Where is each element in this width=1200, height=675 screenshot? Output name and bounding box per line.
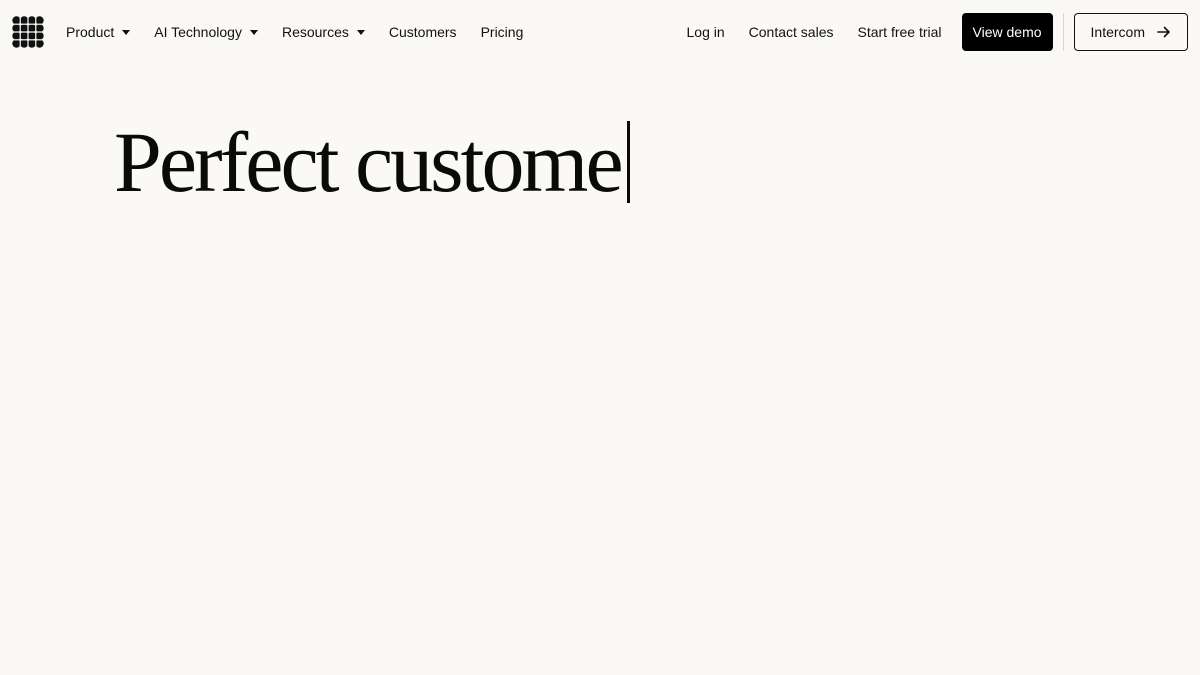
arrow-right-icon xyxy=(1157,26,1170,38)
intercom-button[interactable]: Intercom xyxy=(1073,13,1188,51)
intercom-button-label: Intercom xyxy=(1090,24,1145,40)
contact-sales-link[interactable]: Contact sales xyxy=(737,24,846,40)
nav-item-label: Customers xyxy=(388,24,457,40)
nav-item-label: Product xyxy=(66,24,115,40)
nav-item-ai-technology[interactable]: AI Technology xyxy=(142,16,270,48)
hero-typed-text: Perfect custome xyxy=(114,114,624,210)
view-demo-button[interactable]: View demo xyxy=(961,13,1053,51)
caret-down-icon xyxy=(249,29,258,35)
nav-item-label: Resources xyxy=(281,24,349,40)
nav-item-pricing[interactable]: Pricing xyxy=(469,16,536,48)
nav-item-label: Pricing xyxy=(480,24,524,40)
login-link[interactable]: Log in xyxy=(675,24,737,40)
caret-down-icon xyxy=(122,29,131,35)
start-free-trial-link[interactable]: Start free trial xyxy=(845,24,953,40)
hero-headline: Perfect custome xyxy=(114,112,630,212)
nav-divider xyxy=(1062,13,1064,51)
secondary-nav: Log in Contact sales Start free trial Vi… xyxy=(675,0,1188,64)
primary-nav: Product AI Technology Resources Customer… xyxy=(54,0,535,64)
typing-cursor xyxy=(626,121,630,203)
nav-item-label: AI Technology xyxy=(154,24,242,40)
nav-item-resources[interactable]: Resources xyxy=(270,16,377,48)
intercom-logo-icon[interactable] xyxy=(12,16,44,48)
nav-item-product[interactable]: Product xyxy=(54,16,142,48)
caret-down-icon xyxy=(356,29,365,35)
top-navigation: Product AI Technology Resources Customer… xyxy=(0,0,1200,64)
nav-item-customers[interactable]: Customers xyxy=(377,16,469,48)
